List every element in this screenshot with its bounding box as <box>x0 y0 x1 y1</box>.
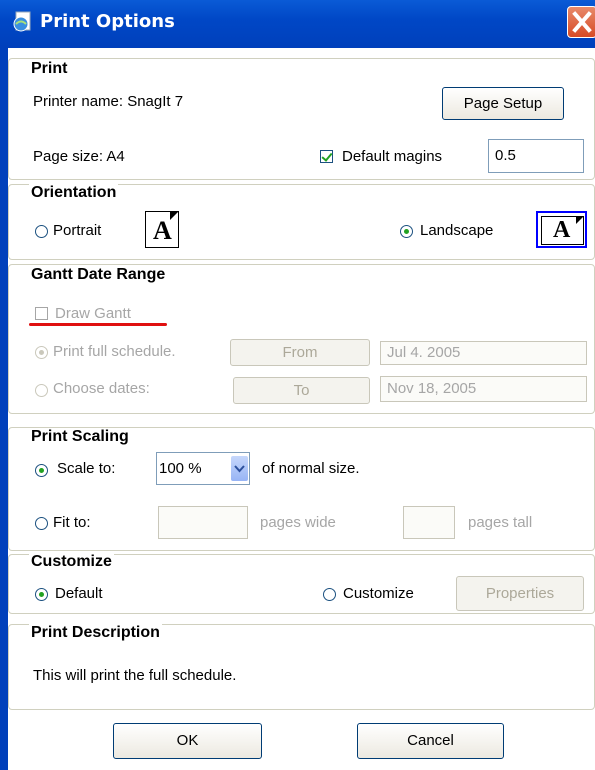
draw-gantt-label: Draw Gantt <box>55 305 131 322</box>
print-full-label: Print full schedule. <box>53 343 176 360</box>
portrait-page-icon[interactable]: A <box>145 211 179 248</box>
customize-heading: Customize <box>29 553 114 571</box>
window-border <box>0 48 8 770</box>
scale-select[interactable]: 100 % <box>156 452 250 485</box>
portrait-label: Portrait <box>53 222 102 239</box>
draw-gantt-checkbox[interactable] <box>35 307 48 320</box>
close-button[interactable] <box>567 6 595 38</box>
orientation-heading: Orientation <box>29 184 119 202</box>
default-radio[interactable] <box>35 588 48 601</box>
default-margins-label: Default magins <box>342 148 443 165</box>
window-title: Print Options <box>40 11 175 32</box>
from-date-field[interactable]: Jul 4. 2005 <box>380 341 587 365</box>
cancel-button[interactable]: Cancel <box>357 723 504 759</box>
printer-name-label: Printer name: SnagIt 7 <box>33 93 184 110</box>
fit-to-radio[interactable] <box>35 517 48 530</box>
red-underline-annotation <box>29 323 167 326</box>
landscape-page-icon[interactable]: A <box>536 211 587 248</box>
ok-button[interactable]: OK <box>113 723 262 759</box>
scale-to-radio[interactable] <box>35 464 48 477</box>
from-button[interactable]: From <box>230 339 370 366</box>
landscape-label: Landscape <box>420 222 494 239</box>
fit-to-label: Fit to: <box>53 514 91 531</box>
title-bar[interactable]: Print Options <box>0 0 595 48</box>
print-description-text: This will print the full schedule. <box>33 667 237 684</box>
default-label: Default <box>55 585 103 602</box>
print-heading: Print <box>29 60 70 78</box>
print-full-radio[interactable] <box>35 346 48 359</box>
app-globe-icon <box>13 11 31 32</box>
of-normal-size-label: of normal size. <box>262 460 360 477</box>
landscape-radio[interactable] <box>400 225 413 238</box>
print-scaling-heading: Print Scaling <box>29 428 131 446</box>
pages-tall-input[interactable] <box>403 506 455 539</box>
pages-wide-label: pages wide <box>260 514 336 531</box>
close-icon <box>572 11 592 33</box>
customize-radio[interactable] <box>323 588 336 601</box>
portrait-radio[interactable] <box>35 225 48 238</box>
to-button[interactable]: To <box>233 377 370 404</box>
default-margins-checkbox[interactable] <box>320 150 333 163</box>
scale-select-value: 100 % <box>159 460 202 477</box>
gantt-heading: Gantt Date Range <box>29 266 168 284</box>
pages-wide-input[interactable] <box>158 506 248 539</box>
page-setup-button[interactable]: Page Setup <box>442 87 564 120</box>
customize-label: Customize <box>343 585 414 602</box>
print-description-heading: Print Description <box>29 624 162 642</box>
choose-dates-label: Choose dates: <box>53 380 150 397</box>
margin-input[interactable]: 0.5 <box>488 139 584 173</box>
to-date-field[interactable]: Nov 18, 2005 <box>380 376 587 402</box>
chevron-down-icon[interactable] <box>231 456 248 481</box>
scale-to-label: Scale to: <box>57 460 116 477</box>
pages-tall-label: pages tall <box>468 514 533 531</box>
properties-button[interactable]: Properties <box>456 576 584 611</box>
print-options-dialog: Print Options Print Printer name: SnagIt… <box>0 0 595 770</box>
page-size-label: Page size: A4 <box>33 148 125 165</box>
choose-dates-radio[interactable] <box>35 384 48 397</box>
